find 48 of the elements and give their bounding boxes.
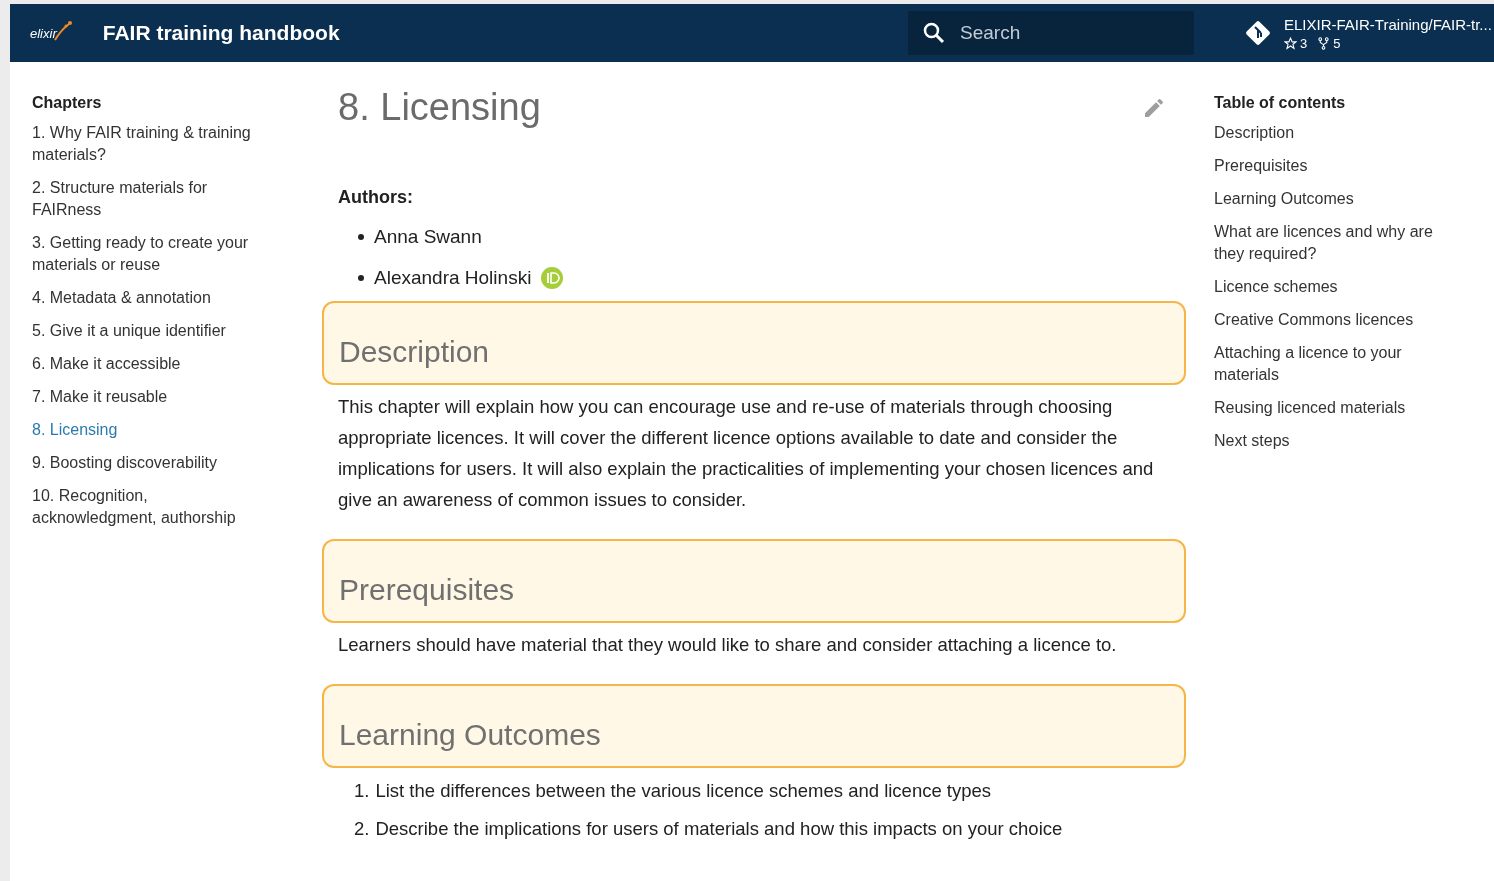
chapter-link[interactable]: 10. Recognition, acknowledgment, authorship bbox=[32, 485, 272, 529]
section-heading: Learning Outcomes bbox=[339, 718, 601, 752]
list-number: 1. bbox=[354, 780, 370, 802]
star-count: 3 bbox=[1300, 35, 1308, 51]
toc-link[interactable]: Reusing licenced materials bbox=[1214, 397, 1454, 419]
chapter-link[interactable]: 5. Give it a unique identifier bbox=[32, 320, 272, 342]
repository-name: ELIXIR-FAIR-Training/FAIR-tr... bbox=[1284, 15, 1492, 33]
outcome-text: Describe the implications for users of materials and how this impacts on your choice bbox=[375, 818, 1063, 840]
fork-count: 5 bbox=[1333, 35, 1341, 51]
authors-label: Authors: bbox=[338, 187, 414, 208]
toc-link[interactable]: Licence schemes bbox=[1214, 276, 1454, 298]
chapter-link[interactable]: 8. Licensing bbox=[32, 419, 272, 441]
page-title: 8. Licensing bbox=[338, 86, 541, 129]
toc-link[interactable]: Creative Commons licences bbox=[1214, 309, 1454, 331]
chapter-link[interactable]: 2. Structure materials for FAIRness bbox=[32, 177, 272, 221]
bullet-icon bbox=[358, 234, 364, 240]
toc-link[interactable]: Attaching a licence to your materials bbox=[1214, 342, 1454, 386]
star-icon bbox=[1284, 36, 1297, 50]
toc-link[interactable]: What are licences and why are they required? bbox=[1214, 221, 1454, 265]
bullet-icon bbox=[358, 275, 364, 281]
logo-text: elixir bbox=[30, 25, 57, 41]
chapters-heading: Chapters bbox=[32, 94, 103, 112]
chapter-link[interactable]: 7. Make it reusable bbox=[32, 386, 272, 408]
section-heading: Prerequisites bbox=[339, 573, 515, 607]
search-icon bbox=[922, 21, 946, 45]
section-text: This chapter will explain how you can encourage use and re-use of materials through choosing appropriate licences. It will cover the different licence options available to date and consider the implications for users. It will also explain the practicalities of implementing your chosen licences and give an awareness of common issues to consider. bbox=[338, 395, 1155, 512]
chapter-link[interactable]: 6. Make it accessible bbox=[32, 353, 272, 375]
author-name: Alexandra Holinski bbox=[374, 267, 532, 289]
orcid-icon[interactable] bbox=[541, 267, 564, 289]
chapter-link[interactable]: 9. Boosting discoverability bbox=[32, 452, 272, 474]
chapter-link[interactable]: 3. Getting ready to create your materials or reuse bbox=[32, 232, 272, 276]
chapter-link[interactable]: 1. Why FAIR training & training materials? bbox=[32, 122, 272, 166]
logo[interactable]: elixir bbox=[30, 20, 73, 46]
section-text: Learners should have material that they would like to share and consider attaching a licence to. bbox=[338, 633, 1118, 657]
toc-link[interactable]: Next steps bbox=[1214, 430, 1454, 452]
search-field[interactable]: Search bbox=[908, 11, 1194, 55]
site-title[interactable]: FAIR training handbook bbox=[102, 21, 340, 45]
toc-heading: Table of contents bbox=[1214, 94, 1347, 112]
chapter-link[interactable]: 4. Metadata & annotation bbox=[32, 287, 272, 309]
toc-link[interactable]: Learning Outcomes bbox=[1214, 188, 1454, 210]
list-number: 2. bbox=[354, 818, 370, 840]
toc-link[interactable]: Description bbox=[1214, 122, 1454, 144]
repository-link[interactable]: ELIXIR-FAIR-Training/FAIR-tr... 3 5 bbox=[1244, 15, 1494, 51]
outcome-text: List the differences between the various licence schemes and licence types bbox=[375, 780, 992, 802]
fork-icon bbox=[1317, 36, 1331, 50]
toc-link[interactable]: Prerequisites bbox=[1214, 155, 1454, 177]
section-heading: Description bbox=[339, 335, 490, 369]
author-name: Anna Swann bbox=[374, 226, 482, 248]
